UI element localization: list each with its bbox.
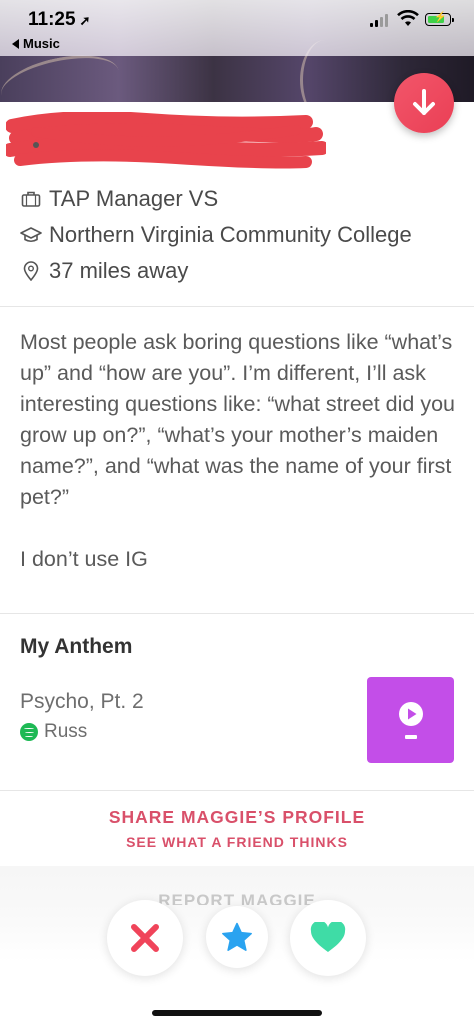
anthem-heading: My Anthem (20, 635, 133, 658)
battery-icon: ⚡ (425, 12, 454, 26)
status-bar: 11:25 ➚ Music ⚡ (0, 0, 474, 56)
back-to-music-button[interactable]: Music (12, 36, 60, 51)
star-icon (222, 922, 252, 951)
anthem-artist-name: Russ (44, 721, 88, 742)
section-divider (0, 306, 474, 307)
section-divider (0, 613, 474, 614)
redacted-name-scribble (6, 112, 326, 169)
bio-text: Most people ask boring questions like “w… (20, 330, 456, 571)
back-app-label: Music (23, 36, 60, 51)
share-profile-button[interactable]: SHARE MAGGIE’S PROFILE (0, 807, 474, 828)
nope-button[interactable] (107, 900, 183, 976)
spotify-icon (20, 723, 38, 741)
status-time-text: 11:25 (28, 9, 76, 30)
wifi-icon (397, 10, 419, 26)
report-button[interactable]: REPORT MAGGIE (0, 891, 474, 905)
share-profile-subtitle[interactable]: SEE WHAT A FRIEND THINKS (0, 834, 474, 850)
briefcase-icon (20, 188, 42, 210)
job-row: TAP Manager VS (20, 186, 218, 212)
home-indicator[interactable] (152, 1010, 322, 1016)
distance-text: 37 miles away (49, 258, 189, 283)
cellular-signal-icon (370, 14, 388, 27)
like-button[interactable] (290, 900, 366, 976)
location-pin-icon (20, 260, 42, 282)
anthem-song-title: Psycho, Pt. 2 (20, 690, 144, 713)
super-like-button[interactable] (206, 906, 268, 968)
play-icon (398, 702, 423, 726)
location-arrow-icon: ➚ (79, 13, 91, 28)
x-icon (131, 924, 159, 952)
school-row: Northern Virginia Community College (20, 222, 412, 248)
distance-row: 37 miles away (20, 258, 188, 284)
section-divider (0, 790, 474, 791)
job-text: TAP Manager VS (49, 186, 219, 211)
school-text: Northern Virginia Community College (49, 222, 412, 247)
anthem-play-button[interactable] (367, 677, 454, 763)
anthem-artist: Russ (20, 721, 87, 743)
back-triangle-icon (12, 38, 19, 49)
status-time: 11:25 ➚ (28, 9, 90, 31)
heart-icon (310, 922, 346, 952)
arrow-down-icon (413, 89, 435, 115)
graduation-cap-icon (20, 224, 42, 246)
track-indicator (404, 735, 417, 739)
collapse-profile-button[interactable] (394, 73, 454, 133)
